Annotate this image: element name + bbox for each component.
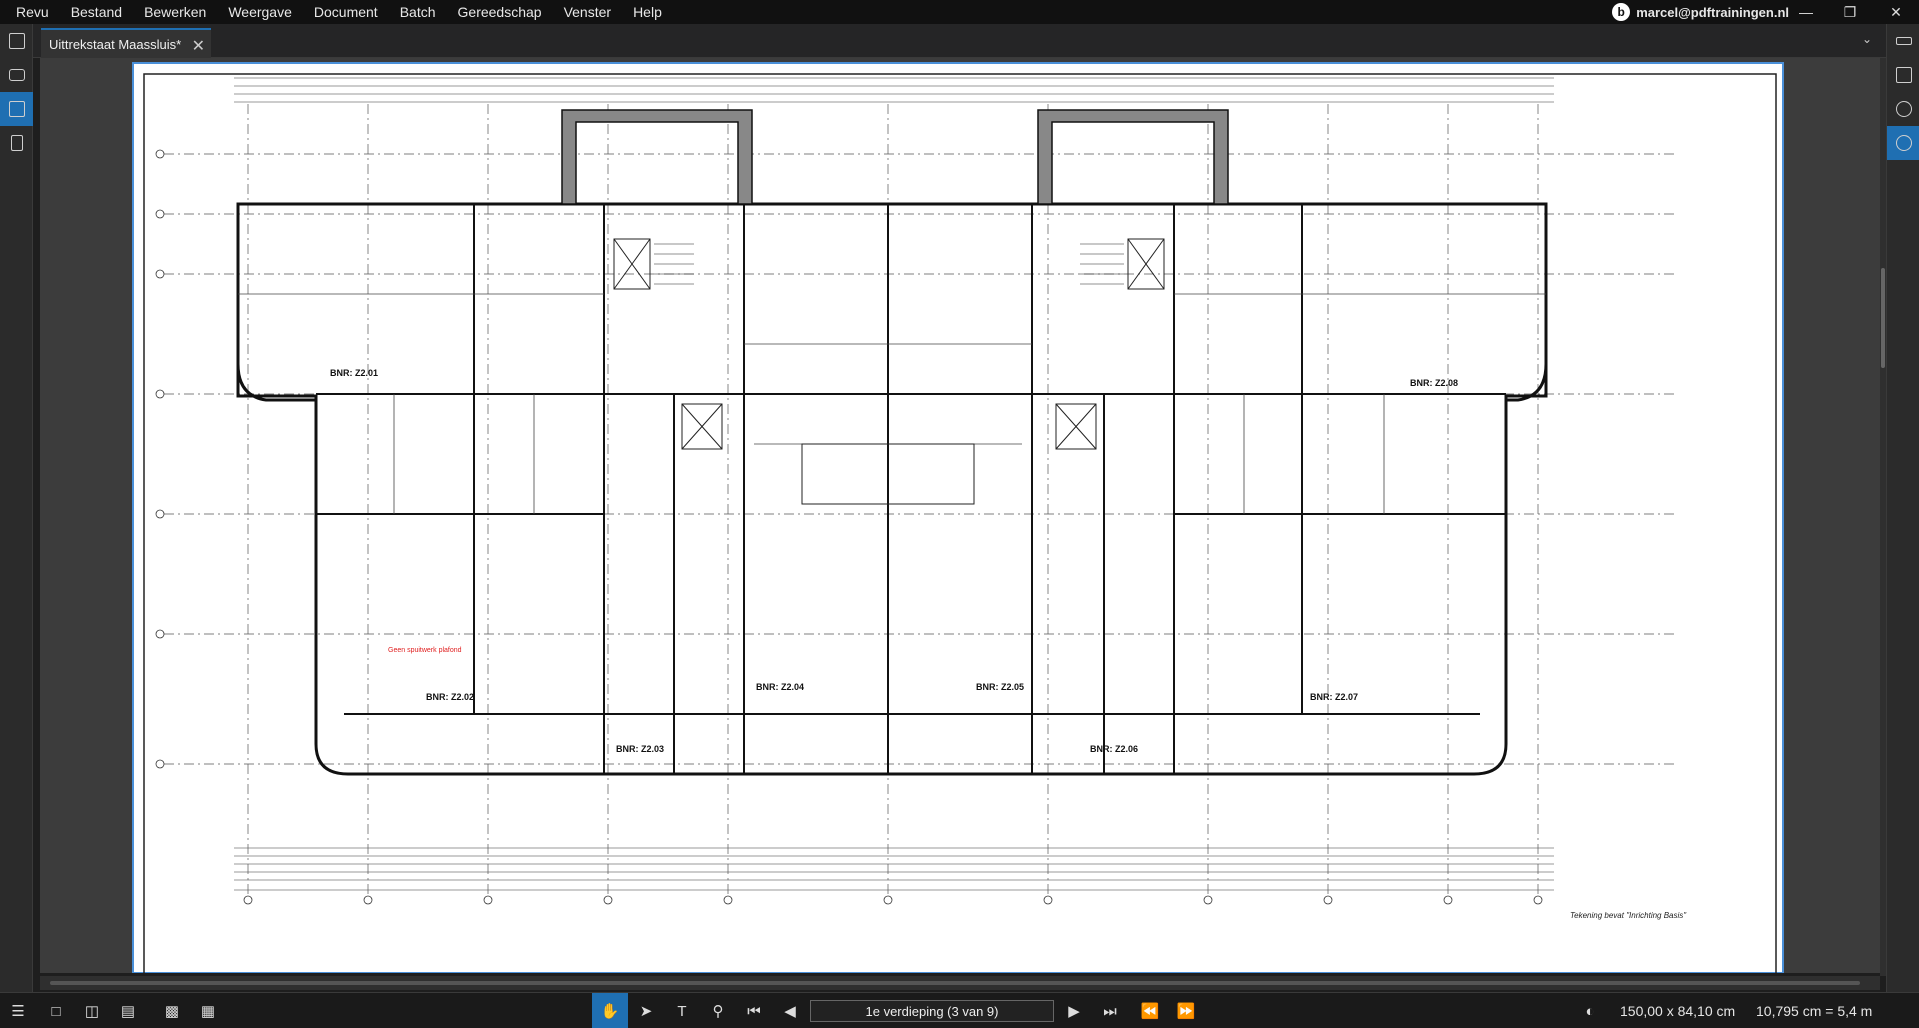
grid-button[interactable] — [1887, 58, 1919, 92]
status-bar: ☰ □ ◫ ▤ ▩ ▦ ✋ ➤ T ⚲ ⏮ ◀ 1e verdieping (3… — [0, 992, 1919, 1028]
unit-label-z206: BNR: Z2.06 — [1090, 744, 1138, 754]
drawing-sheet: BNR: Z2.01 BNR: Z2.02 BNR: Z2.03 BNR: Z2… — [132, 62, 1784, 973]
previous-page-icon[interactable]: ◀ — [772, 993, 808, 1028]
properties-button[interactable] — [1887, 126, 1919, 160]
single-page-icon[interactable]: □ — [38, 993, 74, 1028]
left-panel-toolbar — [0, 24, 33, 992]
page-selector[interactable]: 1e verdieping (3 van 9) — [810, 1000, 1054, 1022]
menu-bar: Revu Bestand Bewerken Weergave Document … — [0, 0, 1919, 24]
contrast-icon[interactable]: ◐ — [1572, 993, 1608, 1028]
ruler-icon — [1895, 37, 1912, 45]
gear-icon — [1895, 135, 1912, 151]
search-icon — [1895, 101, 1912, 117]
document-tab-bar: Uittrekstaat Maassluis* ✕ ⌄ — [33, 24, 1886, 58]
menu-gereedschap[interactable]: Gereedschap — [447, 0, 553, 24]
next-page-icon[interactable]: ▶ — [1056, 993, 1092, 1028]
app-window: Revu Bestand Bewerken Weergave Document … — [0, 0, 1919, 1028]
restore-icon[interactable]: ❐ — [1830, 0, 1870, 24]
minimize-icon[interactable]: — — [1786, 0, 1826, 24]
toolchest-button[interactable] — [0, 58, 33, 92]
scroll-thumb[interactable] — [1881, 268, 1885, 368]
floorplan-drawing: BNR: Z2.01 BNR: Z2.02 BNR: Z2.03 BNR: Z2… — [143, 73, 1777, 973]
snapshot-icon[interactable]: ▦ — [190, 993, 226, 1028]
menu-bewerken[interactable]: Bewerken — [133, 0, 217, 24]
previous-view-icon[interactable]: ⏪ — [1132, 993, 1168, 1028]
page-label: 1e verdieping (3 van 9) — [865, 1003, 999, 1019]
split-horizontal-icon[interactable]: ▤ — [110, 993, 146, 1028]
ruler-button[interactable] — [1887, 24, 1919, 58]
first-page-icon[interactable]: ⏮ — [736, 993, 772, 1028]
tab-label: Uittrekstaat Maassluis* — [49, 36, 182, 52]
document-canvas[interactable]: BNR: Z2.01 BNR: Z2.02 BNR: Z2.03 BNR: Z2… — [40, 58, 1880, 973]
close-window-icon[interactable]: ✕ — [1876, 0, 1916, 24]
floorplan-icon — [8, 101, 25, 117]
right-panel-toolbar — [1886, 24, 1919, 992]
select-arrow-icon[interactable]: ➤ — [628, 993, 664, 1028]
measurements-button[interactable] — [0, 92, 33, 126]
footer-note: Tekening bevat "Inrichting Basis" — [1570, 911, 1687, 920]
menu-venster[interactable]: Venster — [553, 0, 622, 24]
unit-label-z204: BNR: Z2.04 — [756, 682, 804, 692]
page-size: 150,00 x 84,10 cm — [1620, 1003, 1736, 1019]
unit-label-z201: BNR: Z2.01 — [330, 368, 378, 378]
account-menu[interactable]: b marcel@pdftrainingen.nl — [1612, 0, 1789, 24]
list-icon[interactable]: ☰ — [0, 993, 36, 1028]
unit-label-z202: BNR: Z2.02 — [426, 692, 474, 702]
last-page-icon[interactable]: ⏭ — [1092, 993, 1128, 1028]
unit-label-z208: BNR: Z2.08 — [1410, 378, 1458, 388]
menu-bestand[interactable]: Bestand — [60, 0, 133, 24]
grid-icon — [1895, 67, 1912, 83]
zoom-icon[interactable]: ⚲ — [700, 993, 736, 1028]
unit-label-z203: BNR: Z2.03 — [616, 744, 664, 754]
horizontal-scrollbar[interactable] — [40, 976, 1880, 990]
menu-weergave[interactable]: Weergave — [217, 0, 303, 24]
sync-icon[interactable]: ▩ — [154, 993, 190, 1028]
chevron-down-icon[interactable]: ⌄ — [1862, 32, 1872, 46]
close-icon[interactable]: ✕ — [192, 36, 205, 56]
pan-hand-icon[interactable]: ✋ — [592, 993, 628, 1028]
account-email: marcel@pdftrainingen.nl — [1636, 4, 1789, 20]
menu-help[interactable]: Help — [622, 0, 673, 24]
toolbox-icon — [8, 69, 25, 81]
thumbnails-button[interactable] — [0, 24, 33, 58]
scroll-thumb[interactable] — [50, 981, 1860, 985]
pages-icon — [8, 33, 25, 49]
select-text-icon[interactable]: T — [664, 993, 700, 1028]
menu-revu[interactable]: Revu — [0, 0, 60, 24]
red-annotation[interactable]: Geen spuitwerk plafond — [388, 647, 462, 654]
bookmark-icon — [10, 135, 23, 151]
search-button[interactable] — [1887, 92, 1919, 126]
unit-label-z205: BNR: Z2.05 — [976, 682, 1024, 692]
bookmarks-button[interactable] — [0, 126, 33, 160]
tab-uittrekstaat[interactable]: Uittrekstaat Maassluis* ✕ — [41, 28, 211, 58]
scale-readout[interactable]: 10,795 cm = 5,4 m — [1756, 993, 1872, 1028]
next-view-icon[interactable]: ⏩ — [1168, 993, 1204, 1028]
menu-batch[interactable]: Batch — [389, 0, 447, 24]
split-vertical-icon[interactable]: ◫ — [74, 993, 110, 1028]
bluebeam-logo-icon: b — [1612, 3, 1631, 21]
menu-document[interactable]: Document — [303, 0, 389, 24]
vertical-scrollbar[interactable] — [1880, 58, 1886, 976]
unit-label-z207: BNR: Z2.07 — [1310, 692, 1358, 702]
